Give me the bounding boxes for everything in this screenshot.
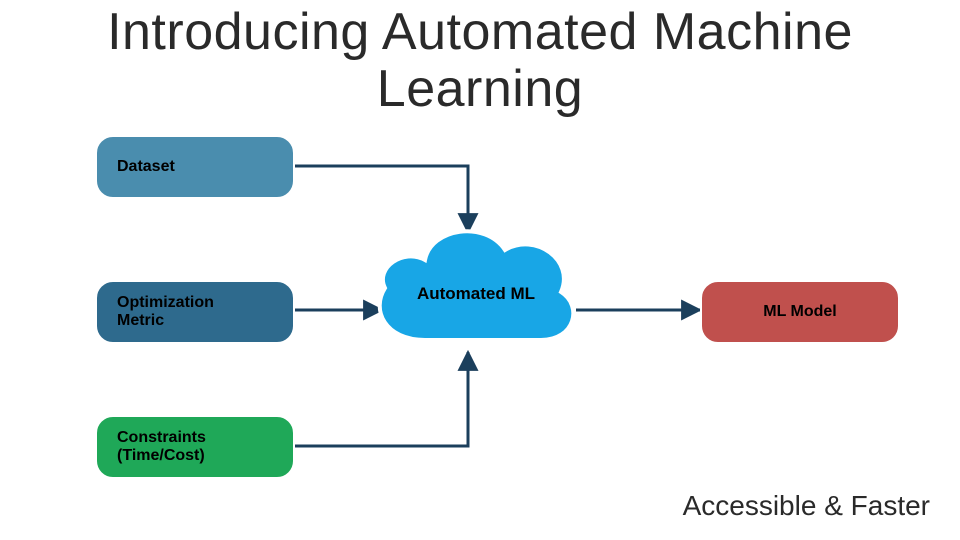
node-constraints-label: Constraints (Time/Cost) xyxy=(97,429,206,466)
node-dataset-label: Dataset xyxy=(97,158,175,176)
node-automated-ml-cloud: Automated ML xyxy=(365,210,587,360)
connector-constraints-to-cloud xyxy=(295,352,468,446)
node-constraints: Constraints (Time/Cost) xyxy=(95,415,295,479)
node-optimization-metric: Optimization Metric xyxy=(95,280,295,344)
node-cloud-label: Automated ML xyxy=(417,284,535,304)
node-ml-model: ML Model xyxy=(700,280,900,344)
node-output-label: ML Model xyxy=(702,303,898,321)
node-dataset: Dataset xyxy=(95,135,295,199)
page-title: Introducing Automated Machine Learning xyxy=(60,4,900,118)
node-metric-label: Optimization Metric xyxy=(97,294,214,331)
footer-tagline: Accessible & Faster xyxy=(683,490,930,522)
